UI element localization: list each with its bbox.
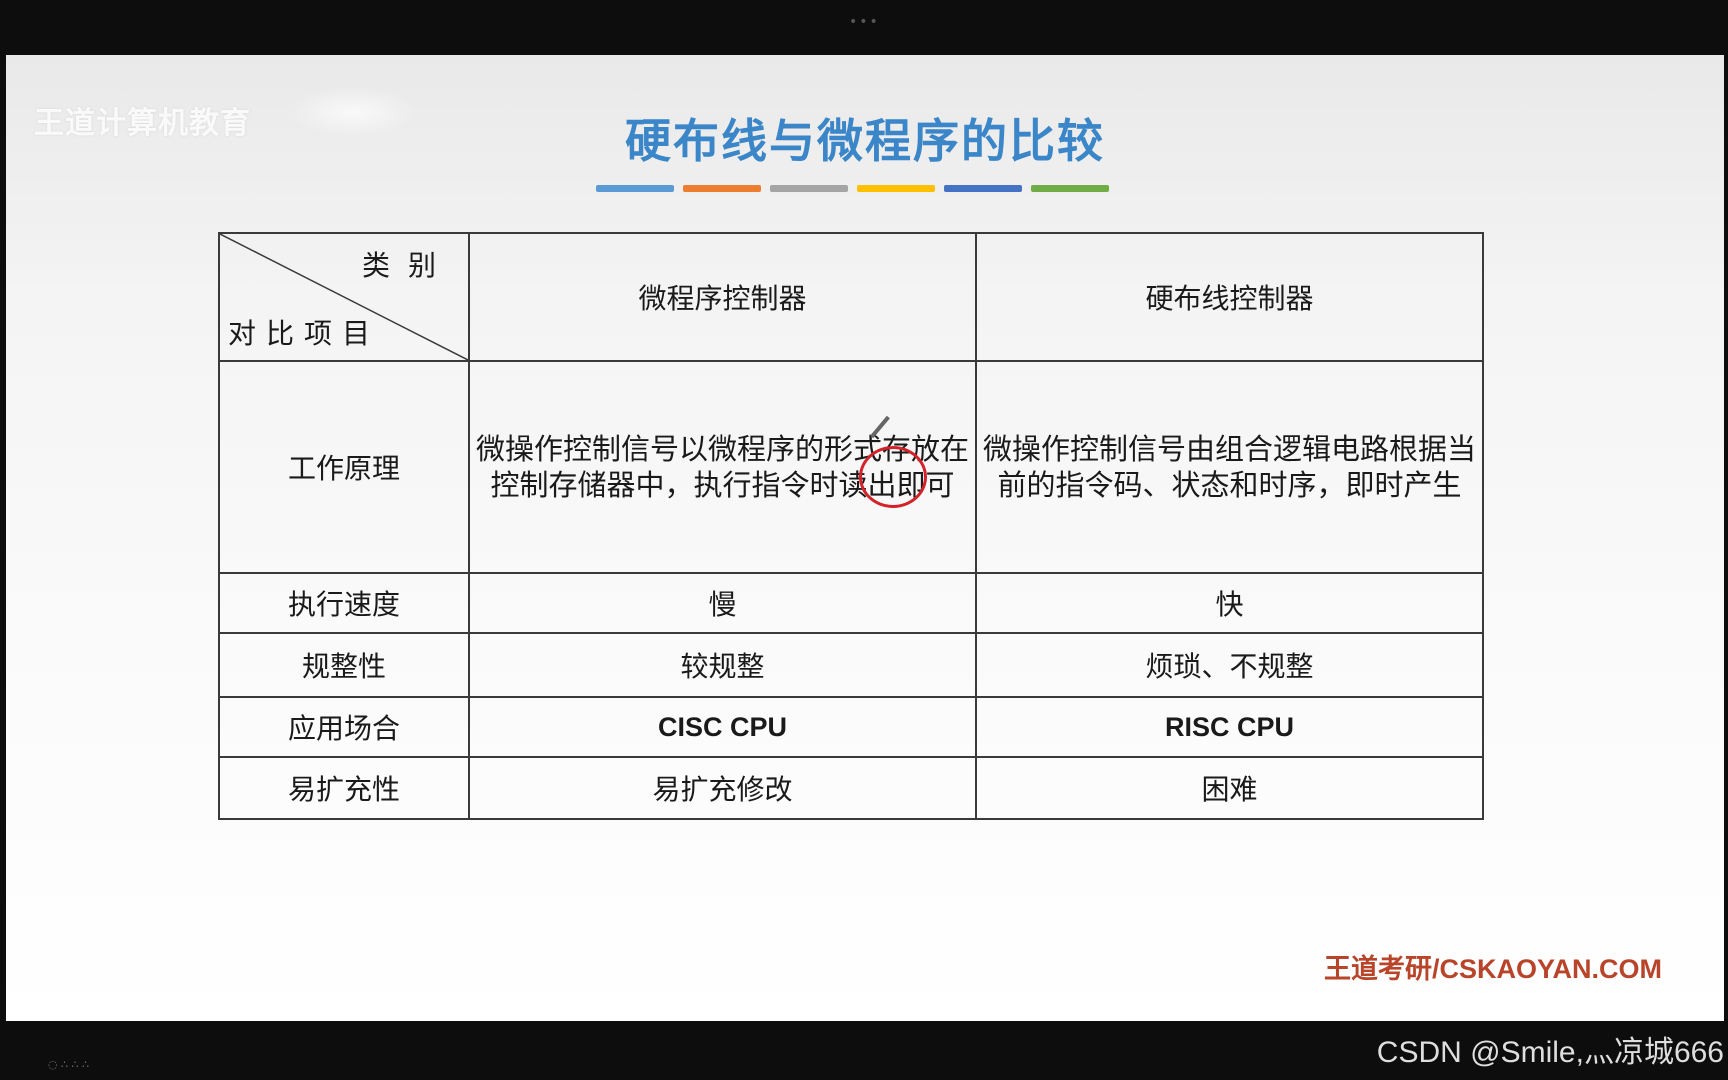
comparison-table: 类别 对比项目 微程序控制器 硬布线控制器 工作原理 微操作控制信号以微程序的形… — [218, 232, 1484, 820]
row-label: 工作原理 — [218, 360, 470, 574]
header-microprogram: 微程序控制器 — [468, 232, 977, 362]
row-label: 规整性 — [218, 632, 470, 698]
title-color-bars — [596, 185, 1109, 192]
header-hardwired: 硬布线控制器 — [975, 232, 1484, 362]
color-bar-4 — [857, 185, 935, 192]
header-item-label: 对比项目 — [228, 317, 381, 350]
color-bar-6 — [1031, 185, 1109, 192]
table-cell: 烦琐、不规整 — [975, 632, 1484, 698]
diagonal-header-cell: 类别 对比项目 — [218, 232, 470, 362]
table-cell: 慢 — [468, 572, 977, 634]
small-corner-mark: ◌ ∴ ∴ ∴ — [48, 1058, 90, 1071]
csdn-watermark: CSDN @Smile,灬凉城666 — [1376, 1036, 1724, 1069]
table-row: 执行速度 慢 快 — [218, 572, 1484, 634]
table-cell: 困难 — [975, 756, 1484, 820]
principle-hardwired-text: 微操作控制信号由组合逻辑电路根据当前的指令码、状态和时序，即时产生 — [983, 432, 1477, 502]
table-cell: RISC CPU — [975, 696, 1484, 758]
color-bar-5 — [944, 185, 1022, 192]
table-cell: CISC CPU — [468, 696, 977, 758]
row-label: 易扩充性 — [218, 756, 470, 820]
table-header-row: 类别 对比项目 微程序控制器 硬布线控制器 — [218, 232, 1484, 362]
row-label: 应用场合 — [218, 696, 470, 758]
table-row: 工作原理 微操作控制信号以微程序的形式存放在控制存储器中，执行指令时读出即可 微… — [218, 360, 1484, 574]
footer-brand: 王道考研/CSKAOYAN.COM — [1323, 954, 1662, 984]
table-cell: 较规整 — [468, 632, 977, 698]
color-bar-2 — [683, 185, 761, 192]
color-bar-3 — [770, 185, 848, 192]
video-player-window: ••• 王道计算机教育 硬布线与微程序的比较 类别 对比项目 微程序控制器 硬布… — [0, 0, 1728, 1080]
table-row: 规整性 较规整 烦琐、不规整 — [218, 632, 1484, 698]
principle-hardwired-cell: 微操作控制信号由组合逻辑电路根据当前的指令码、状态和时序，即时产生 — [975, 360, 1484, 574]
header-category-label: 类别 — [361, 249, 454, 282]
presentation-slide: 王道计算机教育 硬布线与微程序的比较 类别 对比项目 微程序控制器 硬布线控制器… — [6, 55, 1724, 1021]
color-bar-1 — [596, 185, 674, 192]
window-menu-dots[interactable]: ••• — [849, 14, 880, 30]
table-cell: 易扩充修改 — [468, 756, 977, 820]
table-row: 应用场合 CISC CPU RISC CPU — [218, 696, 1484, 758]
table-row: 易扩充性 易扩充修改 困难 — [218, 756, 1484, 820]
principle-microprogram-cell: 微操作控制信号以微程序的形式存放在控制存储器中，执行指令时读出即可 — [468, 360, 977, 574]
slide-title: 硬布线与微程序的比较 — [625, 114, 1105, 168]
row-label: 执行速度 — [218, 572, 470, 634]
table-cell: 快 — [975, 572, 1484, 634]
principle-microprogram-text: 微操作控制信号以微程序的形式存放在控制存储器中，执行指令时读出即可 — [476, 432, 970, 502]
